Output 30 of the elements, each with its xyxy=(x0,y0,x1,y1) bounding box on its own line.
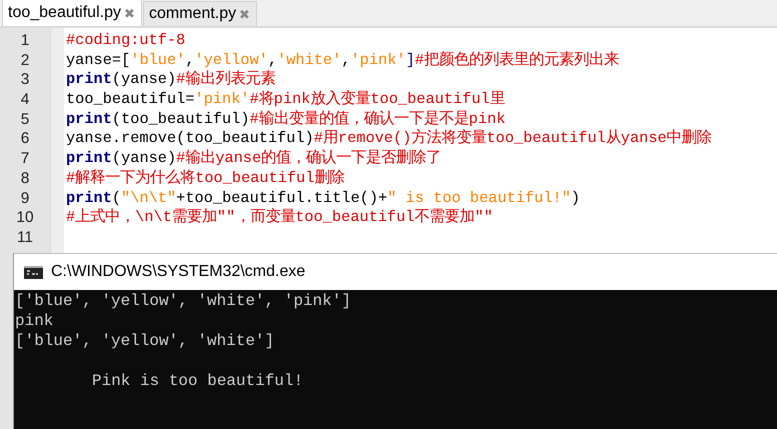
code-line: print("\n\t"+too_beautiful.title()+" is too beautiful!") xyxy=(66,188,580,208)
code-line: yanse=['blue','yellow','white','pink']#把颜色的列表里的元素列出来 xyxy=(66,50,620,70)
line-number: 4 xyxy=(20,90,30,110)
close-icon[interactable]: ✖ xyxy=(124,6,135,20)
console-output: ['blue', 'yellow', 'white', 'pink'] xyxy=(15,291,352,311)
code-line: #解释一下为什么将too_beautiful删除 xyxy=(66,168,345,188)
file-tab[interactable]: too_beautiful.py ✖ xyxy=(2,0,142,26)
line-number: 3 xyxy=(20,70,30,90)
line-number: 11 xyxy=(16,228,34,248)
line-number: 1 xyxy=(20,31,30,51)
code-line: #上式中，\n\t需要加""，而变量too_beautiful不需要加"" xyxy=(66,208,493,228)
console-icon xyxy=(24,266,43,278)
code-line: too_beautiful='pink'#将pink放入变量too_beautiful里 xyxy=(66,90,505,110)
line-number: 7 xyxy=(20,149,30,169)
code-line: #coding:utf-8 xyxy=(66,31,186,51)
line-number: 8 xyxy=(20,168,30,188)
line-number: 2 xyxy=(20,50,30,70)
window-title: C:\WINDOWS\SYSTEM32\cmd.exe xyxy=(51,263,306,281)
code-line: yanse.remove(too_beautiful)#用remove()方法将变量too_beautiful从yanse中删除 xyxy=(66,129,712,149)
line-number: 5 xyxy=(20,110,30,130)
console-output: ['blue', 'yellow', 'white'] xyxy=(15,331,274,351)
file-tab[interactable]: comment.py ✖ xyxy=(142,1,258,26)
code-line: print(yanse)#输出yanse的值，确认一下是否删除了 xyxy=(66,149,442,169)
code-line: print(yanse)#输出列表元素 xyxy=(66,70,276,90)
line-number: 10 xyxy=(15,208,35,228)
line-number: 6 xyxy=(20,129,30,150)
code-line: print(too_beautiful)#输出变量的值，确认一下是不是pink xyxy=(66,110,506,129)
console-output: Pink is too beautiful! xyxy=(92,371,304,391)
console-output: pink xyxy=(15,311,54,331)
line-number: 9 xyxy=(20,188,30,208)
